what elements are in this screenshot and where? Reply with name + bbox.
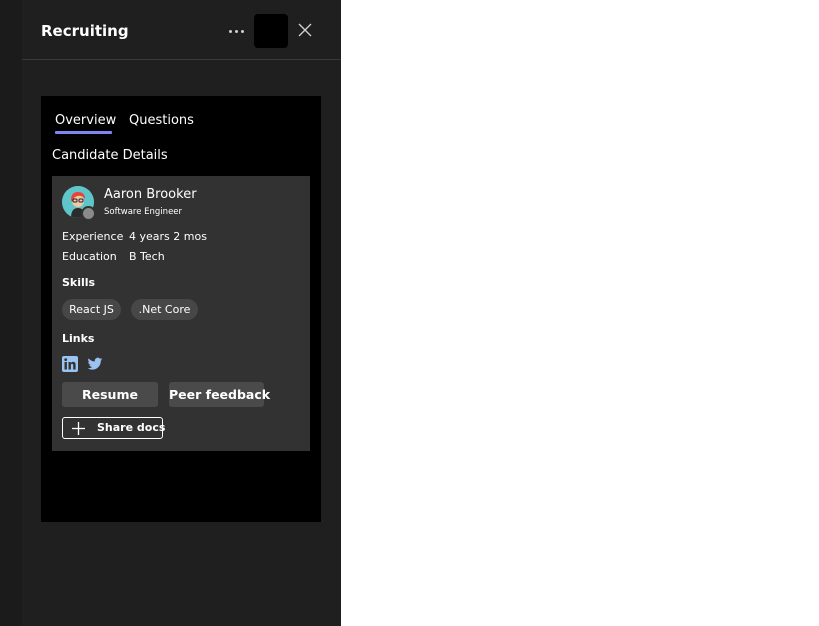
presence-status-icon [81,206,96,221]
links-heading: Links [62,332,95,345]
resume-button[interactable]: Resume [62,382,158,407]
candidate-card-container: Overview Questions Candidate Details Aar… [41,96,321,522]
linkedin-icon[interactable] [62,356,78,372]
candidate-role: Software Engineer [104,207,183,217]
skill-chip[interactable]: .Net Core [131,299,198,320]
candidate-name: Aaron Brooker [104,187,197,202]
panel-header: Recruiting [22,0,341,60]
tab-questions[interactable]: Questions [129,113,194,128]
peer-feedback-button[interactable]: Peer feedback [169,382,270,407]
app-left-rail [0,0,22,626]
twitter-icon[interactable] [87,356,103,372]
recruiting-panel: Recruiting Overview Questions Candidate … [22,0,341,626]
skill-chip[interactable]: React JS [62,299,121,320]
section-title: Candidate Details [52,148,168,163]
share-docs-button[interactable]: Share docs [62,417,166,439]
panel-title: Recruiting [41,22,129,40]
share-docs-label: Share docs [97,421,166,434]
tab-overview[interactable]: Overview [55,113,116,128]
education-value: B Tech [129,250,165,263]
candidate-card: Aaron Brooker Software Engineer Experien… [52,176,310,451]
tab-selected-indicator [55,131,112,134]
more-horizontal-icon [228,29,232,33]
skills-heading: Skills [62,276,96,289]
more-options-button[interactable] [224,20,248,42]
experience-label: Experience [62,230,124,243]
redacted-area [254,14,288,48]
plus-icon [72,422,85,435]
education-label: Education [62,250,117,263]
close-icon[interactable] [296,21,314,39]
experience-value: 4 years 2 mos [129,230,207,243]
